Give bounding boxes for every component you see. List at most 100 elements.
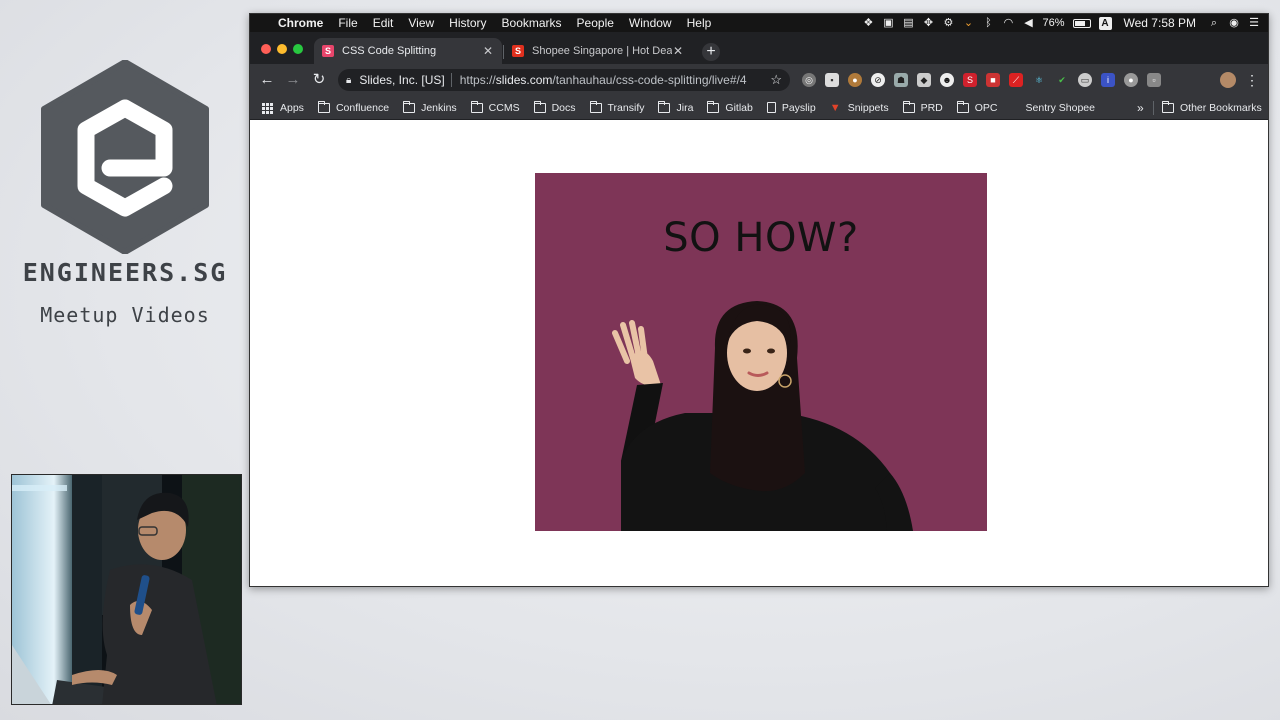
speaker-camera-feed [11,474,242,705]
menu-view[interactable]: View [408,16,434,30]
site-identity[interactable]: Slides, Inc. [US] [359,73,444,87]
menu-window[interactable]: Window [629,16,672,30]
url-path: /tanhauhau/css-code-splitting/live#/4 [552,73,747,87]
bookmark-docs[interactable]: Docs [533,100,576,114]
bookmark-label: Jira [676,101,694,114]
bookmark-label: OPC [974,101,998,114]
volume-icon[interactable]: ◀ [1022,17,1034,29]
tab-close-icon[interactable]: ✕ [482,44,494,58]
tab-strip: S CSS Code Splitting ✕ S Shopee Singapor… [250,32,1268,64]
gitlab-fox-icon: ▼ [829,101,841,114]
menu-history[interactable]: History [449,16,486,30]
block-extension-icon[interactable]: ⊘ [871,73,885,87]
chat-extension-icon[interactable]: ▭ [1078,73,1092,87]
browser-window: Chrome File Edit View History Bookmarks … [249,13,1269,587]
bookmark-label: PRD [920,101,943,114]
more-options-icon[interactable]: ⋮ [1245,71,1259,89]
bookmark-gitlab[interactable]: Gitlab [707,100,753,114]
square-extension-icon[interactable]: ▫ [1147,73,1161,87]
folder-icon [707,100,720,113]
react-devtools-icon[interactable]: ⚛ [1032,73,1046,87]
bookmark-ccms[interactable]: CCMS [470,100,520,114]
menu-bookmarks[interactable]: Bookmarks [502,16,562,30]
bookmark-opc[interactable]: OPC [956,100,998,114]
dropbox-icon[interactable]: ❖ [862,17,874,29]
bookmark-star-icon[interactable]: ☆ [770,72,782,88]
spotlight-search-icon[interactable]: ⌕ [1208,17,1220,29]
red-extension-icon[interactable]: ■ [986,73,1000,87]
tab-close-icon[interactable]: ✕ [672,44,684,58]
bookmark-label: Payslip [781,101,816,114]
window-zoom-button[interactable] [293,44,303,54]
bookmark-transify[interactable]: Transify [589,100,644,114]
bookmark-prd[interactable]: PRD [902,100,943,114]
finder-status-icon[interactable]: ▣ [882,17,894,29]
check-extension-icon[interactable]: ✔ [1055,73,1069,87]
menu-file[interactable]: File [338,16,357,30]
menu-bar-clock[interactable]: Wed 7:58 PM [1124,16,1196,30]
tab-title: CSS Code Splitting [342,45,437,57]
menu-edit[interactable]: Edit [373,16,394,30]
engineers-sg-logo [41,60,209,254]
folder-icon [470,100,483,113]
bookmark-label: Docs [551,101,576,114]
url-text[interactable]: https://slides.com/tanhauhau/css-code-sp… [460,73,771,87]
menu-help[interactable]: Help [687,16,712,30]
bookmark-label: Jenkins [421,101,457,114]
bookmark-jira[interactable]: Jira [658,100,694,114]
bookmark-sentry-shopee[interactable]: Sentry Shopee [1026,102,1095,114]
bookmark-jenkins[interactable]: Jenkins [403,100,457,114]
tag-extension-icon[interactable]: ◆ [917,73,931,87]
bookmarks-bar: Apps Confluence Jenkins CCMS Docs Transi… [250,96,1268,120]
battery-icon[interactable] [1072,18,1091,28]
amphetamine-icon[interactable]: ⌄ [962,17,974,29]
lock-icon[interactable]: 🔒︎ [346,75,351,86]
apps-grid-icon [262,102,274,114]
bookmarks-overflow-chevron-icon[interactable]: » [1137,101,1144,115]
mask-extension-icon[interactable]: ☻ [940,73,954,87]
clipboard-icon[interactable]: ▤ [902,17,914,29]
notes-extension-icon[interactable]: ▪ [825,73,839,87]
folder-icon [902,100,915,113]
link-extension-icon[interactable]: ⟋ [1009,73,1023,87]
bookmark-apps[interactable]: Apps [262,102,304,114]
brand-name: ENGINEERS.SG [22,258,228,287]
menu-app-chrome[interactable]: Chrome [278,16,323,30]
presentation-slide[interactable]: SO HOW? [535,173,987,531]
battery-percent: 76% [1042,17,1065,29]
bluetooth-icon[interactable]: ᛒ [982,17,994,29]
grey-extension-icon[interactable]: ● [1124,73,1138,87]
gear-icon[interactable]: ⚙ [942,17,954,29]
cookie-extension-icon[interactable]: ● [848,73,862,87]
new-tab-button[interactable]: + [702,43,720,61]
tab-css-code-splitting[interactable]: S CSS Code Splitting ✕ [314,38,502,64]
bookmark-confluence[interactable]: Confluence [317,100,389,114]
profile-avatar[interactable] [1220,72,1236,88]
input-source-badge[interactable]: A [1098,16,1112,30]
ghost-extension-icon[interactable]: ☗ [894,73,908,87]
window-minimize-button[interactable] [277,44,287,54]
bookmark-payslip[interactable]: Payslip [766,101,816,114]
folder-icon [1162,101,1174,113]
record-extension-icon[interactable]: ◎ [802,73,816,87]
tab-shopee-singapore[interactable]: S Shopee Singapore | Hot Deals ✕ [504,38,692,64]
info-extension-icon[interactable]: i [1101,73,1115,87]
wifi-icon[interactable]: ◠ [1002,17,1014,29]
folder-icon [403,100,416,113]
window-close-button[interactable] [261,44,271,54]
bookmark-snippets[interactable]: ▼ Snippets [830,102,889,114]
back-arrow-icon[interactable]: ← [258,71,276,89]
url-host: slides.com [495,73,553,87]
bookmark-other-bookmarks[interactable]: Other Bookmarks [1162,101,1262,114]
reload-icon[interactable]: ↻ [310,71,328,89]
move-tool-icon[interactable]: ✥ [922,17,934,29]
menu-people[interactable]: People [577,16,614,30]
bookmark-label: Snippets [847,101,889,114]
page-viewport: SO HOW? [250,121,1268,586]
shrugging-woman-gif [612,301,913,531]
s-extension-icon[interactable]: S [963,73,977,87]
address-bar[interactable]: 🔒︎ Slides, Inc. [US] https://slides.com/… [338,69,790,91]
siri-icon[interactable]: ◉ [1228,17,1240,29]
forward-arrow-icon[interactable]: → [284,71,302,89]
notification-center-icon[interactable]: ☰ [1248,17,1260,29]
